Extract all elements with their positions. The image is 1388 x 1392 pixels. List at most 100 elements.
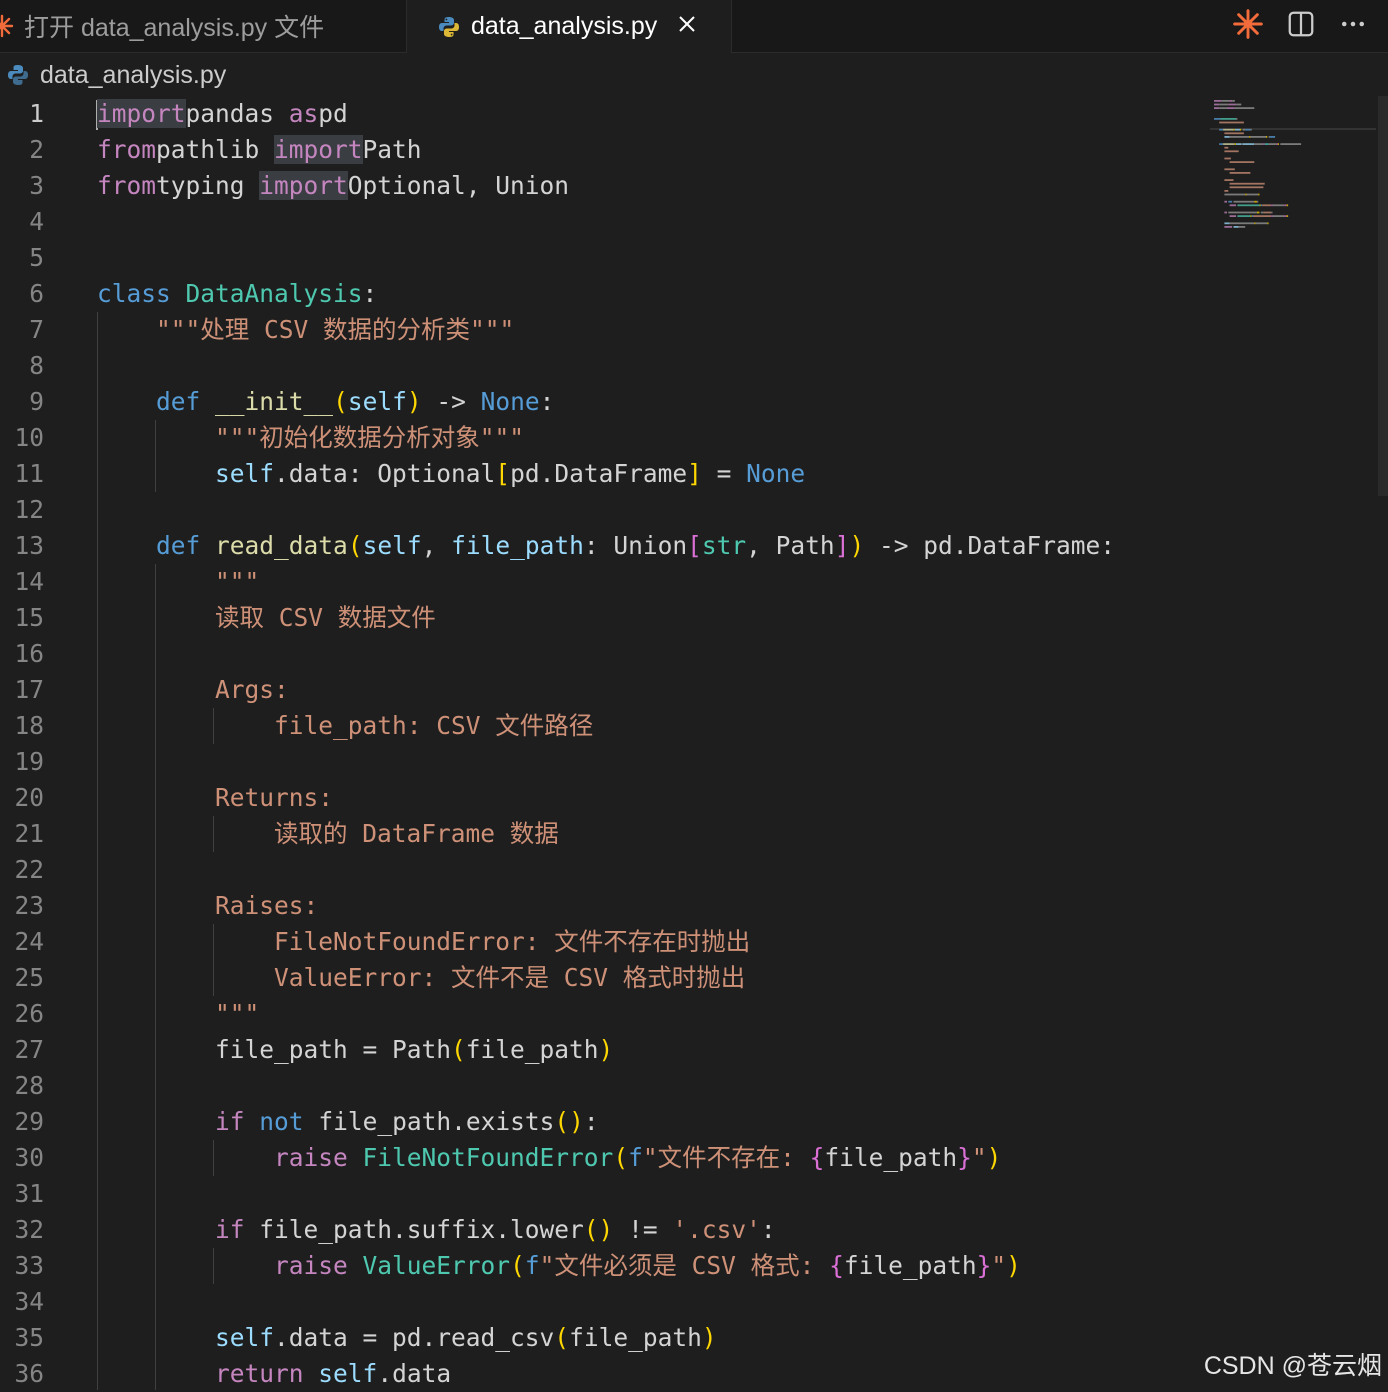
code-line[interactable]: 24 FileNotFoundError: 文件不存在时抛出 [0,924,1200,960]
line-number: 21 [14,819,44,848]
minimap-mark [1272,215,1285,217]
minimap-mark [1224,211,1227,214]
minimap-mark [1220,118,1237,120]
code-text: Raises: [97,888,318,924]
code-line[interactable]: 18 file_path: CSV 文件路径 [0,708,1200,744]
code-line[interactable]: 26 """ [0,996,1200,1032]
close-icon[interactable] [677,12,697,41]
code-line[interactable]: 8 [0,348,1200,384]
minimap-mark [1228,103,1237,106]
code-line[interactable]: 2 frompathlib importPath [0,132,1200,168]
tab-data-analysis[interactable]: data_analysis.py [407,0,732,53]
code-editor[interactable]: 1 importpandas aspd 2 frompathlib importPat… [0,96,1388,1390]
minimap-mark [1263,143,1265,145]
code-token: file_path [451,531,584,560]
tab-open-file[interactable]: 打开 data_analysis.py 文件 [0,0,407,52]
minimap-mark [1260,211,1264,214]
more-actions-icon[interactable] [1338,9,1368,43]
line-number: 10 [14,423,44,452]
code-token: DataAnalysis [185,279,363,308]
code-line[interactable]: 30 raise FileNotFoundError(f"文件不存在: {fil… [0,1140,1200,1176]
code-token: Returns: [215,783,334,812]
minimap-mark [1233,226,1239,228]
line-number: 3 [29,171,44,200]
line-number: 31 [14,1179,44,1208]
minimap-mark [1251,215,1253,217]
minimap-mark [1268,143,1277,145]
code-line[interactable]: 15 读取 CSV 数据文件 [0,600,1200,636]
line-number: 27 [14,1035,44,1064]
code-line[interactable]: 6 class DataAnalysis: [0,276,1200,312]
code-line[interactable]: 34 [0,1284,1200,1320]
tab-label: data_analysis.py [471,12,658,40]
code-line[interactable]: 7 """处理 CSV 数据的分析类""" [0,312,1200,348]
code-text: file_path = Path(file_path) [97,1032,613,1068]
code-line[interactable]: 21 读取的 DataFrame 数据 [0,816,1200,852]
spark-icon[interactable] [1232,8,1264,44]
code-text: file_path: CSV 文件路径 [97,708,593,744]
code-line[interactable]: 35 self.data = pd.read_csv(file_path) [0,1320,1200,1356]
code-line[interactable]: 1 importpandas aspd [0,96,1200,132]
code-line[interactable]: 10 """初始化数据分析对象""" [0,420,1200,456]
code-text: self.data: Optional[pd.DataFrame] = None [97,456,805,492]
code-line[interactable]: 31 [0,1176,1200,1212]
breadcrumb[interactable]: data_analysis.py [0,54,226,96]
minimap-mark [1224,168,1235,171]
line-number: 20 [14,783,44,812]
code-line[interactable]: 9 def __init__(self) -> None: [0,384,1200,420]
code-line[interactable]: 28 [0,1068,1200,1104]
code-token: return [215,1359,304,1388]
code-token: pathlib [156,135,275,164]
code-token: pandas [185,99,289,128]
code-line[interactable]: 27 file_path = Path(file_path) [0,1032,1200,1068]
code-line[interactable]: 36 return self.data [0,1356,1200,1392]
line-number: 16 [14,639,44,668]
code-line[interactable]: 5 [0,240,1200,276]
split-editor-icon[interactable] [1286,9,1316,43]
minimap-mark [1229,186,1264,189]
code-token: } [957,1143,972,1172]
minimap[interactable] [1210,96,1380,436]
code-line[interactable]: 17 Args: [0,672,1200,708]
code-line[interactable]: 16 [0,636,1200,672]
code-line[interactable]: 3 fromtyping importOptional, Union [0,168,1200,204]
line-number: 19 [14,747,44,776]
code-token: None [746,459,806,488]
code-token: file_path [824,1143,958,1172]
code-line[interactable]: 33 raise ValueError(f"文件必须是 CSV 格式: {fil… [0,1248,1200,1284]
code-line[interactable]: 19 [0,744,1200,780]
minimap-mark [1234,143,1237,145]
code-line[interactable]: 23 Raises: [0,888,1200,924]
code-line[interactable]: 25 ValueError: 文件不是 CSV 格式时抛出 [0,960,1200,996]
minimap-mark [1250,136,1266,138]
watermark: CSDN @苍云烟 [1203,1352,1382,1380]
code-token: file_path [465,1035,599,1064]
code-line[interactable]: 13 def read_data(self, file_path: Union[… [0,528,1200,564]
code-text: if file_path.suffix.lower() != '.csv': [97,1212,776,1248]
scrollbar[interactable] [1378,96,1388,496]
minimap-mark [1277,143,1279,145]
code-token: 读取 CSV 数据文件 [215,603,436,632]
code-line[interactable]: 11 self.data: Optional[pd.DataFrame] = N… [0,456,1200,492]
minimap-mark [1219,121,1244,124]
code-line[interactable]: 20 Returns: [0,780,1200,816]
code-token: self [215,1323,275,1352]
code-token: file_path = Path [97,1035,452,1064]
minimap-mark [1280,143,1302,145]
code-line[interactable]: 29 if not file_path.exists(): [0,1104,1200,1140]
code-line[interactable]: 4 [0,204,1200,240]
minimap-mark [1285,204,1287,207]
code-token: ) [849,531,865,560]
code-line[interactable]: 32 if file_path.suffix.lower() != '.csv'… [0,1212,1200,1248]
minimap-mark [1224,136,1230,138]
code-text: raise FileNotFoundError(f"文件不存在: {file_p… [97,1140,1001,1176]
code-token: f [524,1251,540,1280]
code-token: def [156,387,201,416]
code-line[interactable]: 12 [0,492,1200,528]
code-line[interactable]: 22 [0,852,1200,888]
code-line[interactable]: 14 """ [0,564,1200,600]
minimap-mark [1263,211,1272,214]
